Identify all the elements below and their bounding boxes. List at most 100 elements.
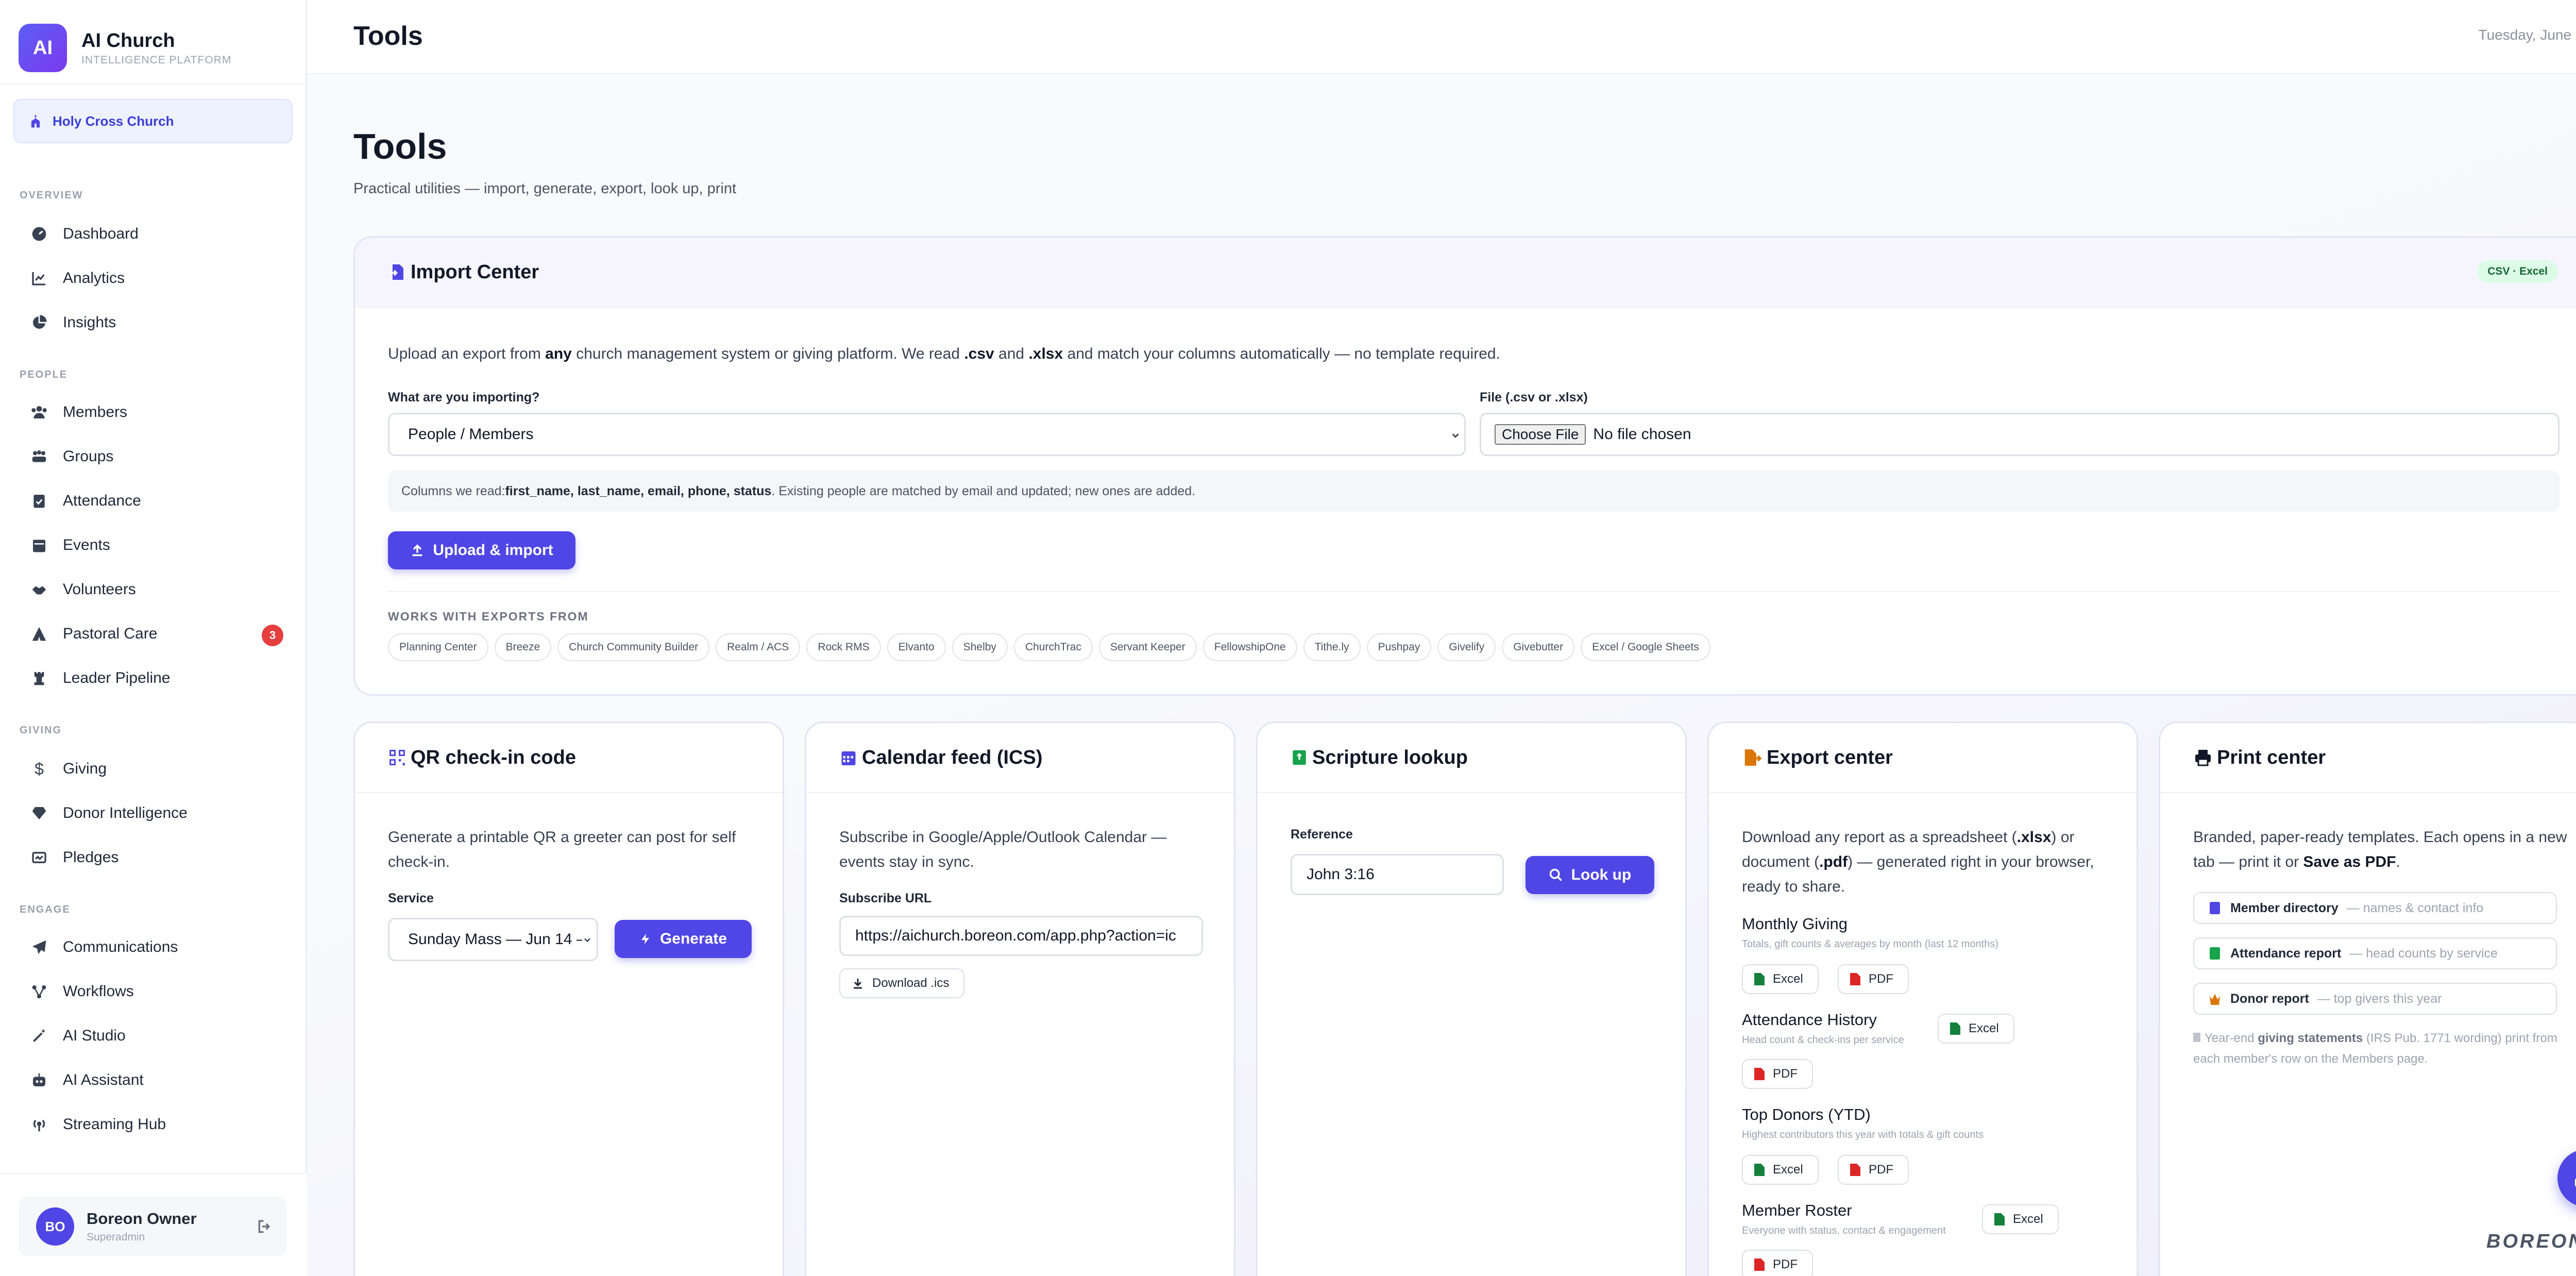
export-excel-button[interactable]: Excel xyxy=(1982,1204,2059,1234)
gem-icon xyxy=(32,807,46,819)
hands-praying-icon xyxy=(32,627,46,641)
generate-button[interactable]: Generate xyxy=(615,920,752,958)
nav-item-ai-studio[interactable]: AI Studio xyxy=(14,1016,293,1055)
export-pdf-button[interactable]: PDF xyxy=(1742,1059,1813,1089)
nav-item-events[interactable]: Events xyxy=(14,526,293,565)
columns-note: Columns we read: first_name, last_name, … xyxy=(388,471,2560,512)
notification-badge: 3 xyxy=(262,625,283,646)
nav-item-attendance[interactable]: Attendance xyxy=(14,481,293,521)
scripture-lookup-card: Scripture lookup Reference John 3:16 Loo… xyxy=(1256,721,1687,1276)
calendar-feed-card: Calendar feed (ICS) Subscribe in Google/… xyxy=(805,721,1235,1276)
church-switcher[interactable]: Holy Cross Church xyxy=(13,99,293,143)
platform-chip: Church Community Builder xyxy=(557,633,710,661)
nav-item-members[interactable]: Members xyxy=(14,393,293,432)
report-subtitle: Highest contributors this year with tota… xyxy=(1742,1129,1984,1140)
print-icon xyxy=(2195,750,2211,766)
top-bar: Tools Tuesday, June 16 xyxy=(307,0,2576,74)
platform-chip: ChurchTrac xyxy=(1013,633,1093,661)
app-name: AI Church xyxy=(81,29,175,52)
nav-item-pastoral-care[interactable]: Pastoral Care 3 xyxy=(14,614,293,653)
sidebar-footer: BO Boreon Owner Superadmin xyxy=(0,1173,307,1276)
platform-chip: Givelify xyxy=(1437,633,1496,661)
template-donor-report[interactable]: Donor report — top givers this year xyxy=(2193,983,2557,1015)
export-pdf-button[interactable]: PDF xyxy=(1742,1250,1813,1276)
nav-item-giving[interactable]: $ Giving xyxy=(14,749,293,788)
handshake-icon xyxy=(32,586,46,595)
export-pdf-button[interactable]: PDF xyxy=(1838,964,1909,994)
download-ics-button[interactable]: Download .ics xyxy=(839,968,965,998)
year-end-note: Year-end giving statements (IRS Pub. 177… xyxy=(2193,1031,2557,1066)
nav-item-donor-intelligence[interactable]: Donor Intelligence xyxy=(14,794,293,833)
report-subtitle: Totals, gift counts & averages by month … xyxy=(1742,938,1999,950)
card-header: Scripture lookup xyxy=(1258,723,1685,793)
card-header: QR check-in code xyxy=(355,723,783,793)
clipboard-icon xyxy=(2210,947,2220,960)
user-card[interactable]: BO Boreon Owner Superadmin xyxy=(19,1197,286,1256)
nav-item-analytics[interactable]: Analytics xyxy=(14,259,293,298)
nav-item-volunteers[interactable]: Volunteers xyxy=(14,570,293,609)
reference-label: Reference xyxy=(1291,827,1353,842)
address-book-icon xyxy=(2210,902,2220,914)
user-name: Boreon Owner xyxy=(87,1210,197,1228)
platform-chip: Realm / ACS xyxy=(716,633,801,661)
subscribe-url-input[interactable]: https://aichurch.boreon.com/app.php?acti… xyxy=(839,916,1203,956)
report-title: Member Roster xyxy=(1742,1201,1852,1219)
nav-item-insights[interactable]: Insights xyxy=(14,303,293,342)
page-subtitle: Practical utilities — import, generate, … xyxy=(353,180,737,197)
export-pdf-button[interactable]: PDF xyxy=(1838,1155,1909,1185)
nav-item-communications[interactable]: Communications xyxy=(14,928,293,967)
choose-file-button[interactable]: Choose File xyxy=(1495,424,1586,445)
bible-icon xyxy=(1293,750,1306,765)
template-member-directory[interactable]: Member directory — names & contact info xyxy=(2193,892,2557,924)
file-pdf-icon xyxy=(1850,1164,1860,1176)
export-excel-button[interactable]: Excel xyxy=(1742,964,1819,994)
clipboard-check-icon xyxy=(33,495,45,508)
export-center-card: Export center Download any report as a s… xyxy=(1707,721,2138,1276)
calendar-icon xyxy=(33,540,45,552)
gauge-icon xyxy=(32,227,46,241)
nav-label: Analytics xyxy=(63,270,125,287)
nav-item-dashboard[interactable]: Dashboard xyxy=(14,214,293,254)
import-type-select[interactable]: People / Members xyxy=(388,413,1466,456)
card-title: Print center xyxy=(2217,746,2326,768)
nav-label: Dashboard xyxy=(63,225,139,242)
app-logo: AI xyxy=(19,24,67,72)
nav-item-groups[interactable]: Groups xyxy=(14,437,293,476)
user-role: Superadmin xyxy=(87,1231,145,1243)
sidebar: AI AI Church INTELLIGENCE PLATFORM Holy … xyxy=(0,0,307,1276)
report-subtitle: Everyone with status, contact & engageme… xyxy=(1742,1225,1946,1236)
platform-chip: Rock RMS xyxy=(806,633,881,661)
card-header: Import Center CSV · Excel xyxy=(355,238,2576,308)
brand[interactable]: AI AI Church INTELLIGENCE PLATFORM xyxy=(19,24,231,72)
nav-item-streaming-hub[interactable]: Streaming Hub xyxy=(14,1105,293,1144)
upload-import-button[interactable]: Upload & import xyxy=(388,531,575,569)
chevron-down-icon xyxy=(584,938,590,943)
platform-chip: FellowshipOne xyxy=(1202,633,1297,661)
service-select[interactable]: Sunday Mass — Jun 14 — xyxy=(388,918,598,961)
template-attendance-report[interactable]: Attendance report — head counts by servic… xyxy=(2193,937,2557,969)
diagram-icon xyxy=(32,985,46,999)
export-description: Download any report as a spreadsheet (.x… xyxy=(1742,829,2094,895)
page-title: Tools xyxy=(353,126,447,166)
robot-icon xyxy=(33,1073,45,1086)
report-title: Attendance History xyxy=(1742,1011,1877,1029)
file-export-icon xyxy=(1744,749,1762,766)
reference-input[interactable]: John 3:16 xyxy=(1291,854,1504,895)
nav-item-workflows[interactable]: Workflows xyxy=(14,972,293,1011)
file-icon xyxy=(2193,1033,2200,1042)
file-excel-icon xyxy=(1754,1164,1765,1176)
platform-chip: Tithe.ly xyxy=(1303,633,1361,661)
nav-section-overview: OVERVIEW xyxy=(20,190,83,201)
select-value: Sunday Mass — Jun 14 — xyxy=(408,931,582,948)
nav-item-ai-assistant[interactable]: AI Assistant xyxy=(14,1061,293,1100)
logout-icon[interactable] xyxy=(257,1218,273,1235)
export-excel-button[interactable]: Excel xyxy=(1742,1155,1819,1185)
paper-plane-icon xyxy=(32,940,46,954)
nav-item-leader-pipeline[interactable]: Leader Pipeline xyxy=(14,659,293,698)
file-excel-icon xyxy=(1754,973,1765,985)
nav-item-pledges[interactable]: Pledges xyxy=(14,838,293,877)
look-up-button[interactable]: Look up xyxy=(1526,856,1654,894)
qr-description: Generate a printable QR a greeter can po… xyxy=(388,829,736,870)
export-excel-button[interactable]: Excel xyxy=(1938,1014,2014,1044)
file-input[interactable]: Choose File No file chosen xyxy=(1480,413,2560,456)
